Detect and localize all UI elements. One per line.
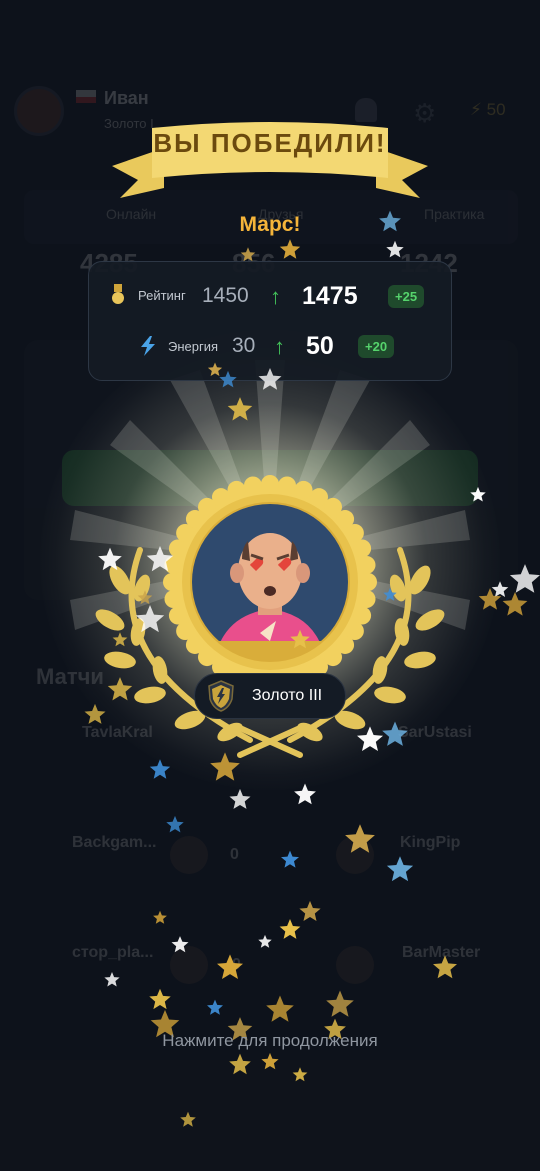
confetti-star [166, 815, 184, 833]
confetti-star [386, 856, 414, 882]
confetti-star [104, 972, 120, 987]
confetti-star [491, 581, 509, 597]
confetti-star [379, 210, 401, 232]
confetti-star [292, 1067, 308, 1082]
confetti-star [509, 564, 540, 593]
confetti-star [326, 990, 354, 1017]
confetti-layer [84, 210, 540, 1127]
confetti-star [229, 1053, 251, 1075]
confetti-star [149, 988, 171, 1010]
confetti-star [135, 605, 165, 633]
confetti-star [171, 936, 189, 953]
confetti-star [227, 397, 253, 421]
confetti-star [357, 726, 383, 751]
confetti-star [217, 954, 243, 979]
confetti-star [207, 362, 223, 376]
confetti-star [258, 934, 272, 948]
confetti-star [98, 547, 122, 571]
confetti-star [219, 370, 237, 388]
confetti-star [433, 955, 457, 979]
confetti-star [240, 247, 256, 262]
confetti-star [180, 1111, 196, 1127]
confetti-star [207, 999, 223, 1015]
confetti-star [290, 629, 310, 649]
confetti-star [210, 752, 240, 781]
confetti-star [382, 721, 408, 746]
confetti-star [386, 240, 404, 258]
confetti-star [383, 587, 397, 601]
confetti-star [229, 788, 251, 809]
confetti-star [294, 783, 316, 805]
confetti-star [279, 919, 301, 939]
confetti-star [149, 759, 171, 779]
confetti-star [112, 632, 128, 647]
confetti-star [502, 592, 528, 616]
confetti-star [266, 995, 294, 1022]
confetti-star [299, 900, 321, 921]
confetti-star [261, 1052, 279, 1070]
continue-hint[interactable]: Нажмите для продолжения [0, 1031, 540, 1051]
confetti-star [345, 824, 375, 853]
confetti-star [153, 910, 167, 924]
confetti-star [137, 590, 153, 605]
confetti-star [84, 703, 106, 724]
confetti-star [146, 546, 174, 572]
confetti-star [279, 239, 301, 259]
confetti-star [470, 486, 486, 502]
confetti-star [281, 850, 299, 868]
confetti-star [258, 368, 282, 390]
confetti-star [107, 677, 133, 701]
